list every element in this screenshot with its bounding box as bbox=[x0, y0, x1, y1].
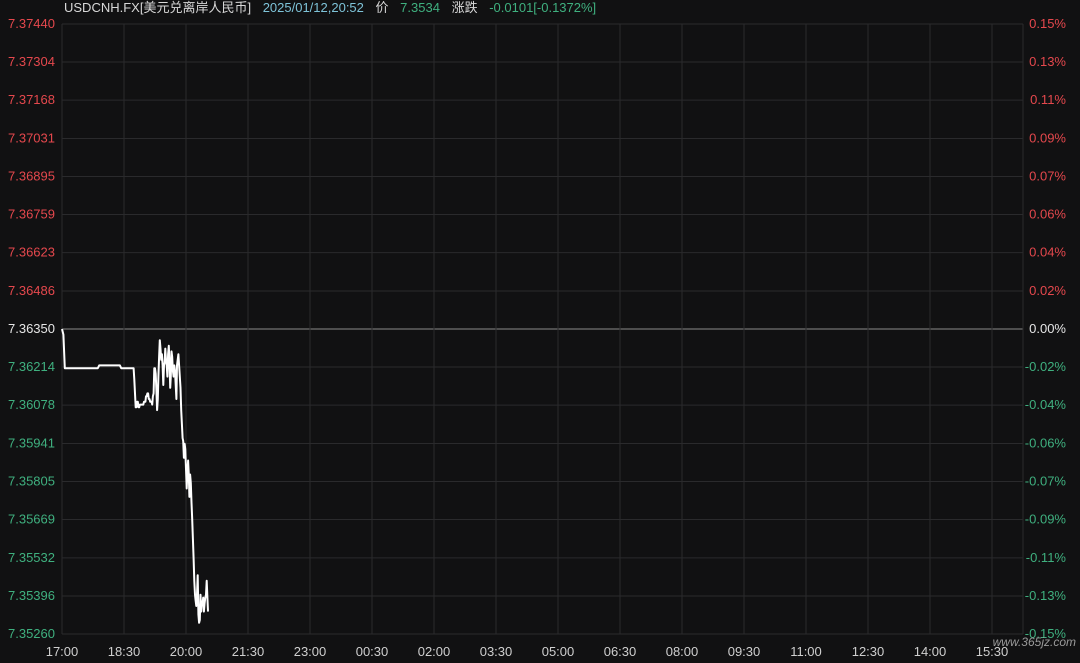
pct-tick-label: 0.07% bbox=[1029, 169, 1066, 184]
x-tick-label: 03:30 bbox=[480, 644, 513, 659]
x-tick-label: 14:00 bbox=[914, 644, 947, 659]
y-tick-label: 7.36759 bbox=[8, 207, 55, 222]
pct-tick-label: 0.11% bbox=[1030, 92, 1066, 107]
y-tick-label: 7.36350 bbox=[8, 321, 55, 336]
x-tick-label: 06:30 bbox=[604, 644, 637, 659]
watermark: www.365jz.com bbox=[992, 635, 1076, 649]
pct-tick-label: 0.15% bbox=[1029, 16, 1066, 31]
y-tick-label: 7.37304 bbox=[8, 54, 55, 69]
y-tick-label: 7.35669 bbox=[8, 512, 55, 527]
x-tick-label: 17:00 bbox=[46, 644, 79, 659]
pct-tick-label: 0.04% bbox=[1029, 245, 1066, 260]
x-tick-label: 18:30 bbox=[108, 644, 141, 659]
y-tick-label: 7.37440 bbox=[8, 16, 55, 31]
x-tick-label: 05:00 bbox=[542, 644, 575, 659]
y-tick-label: 7.35805 bbox=[8, 474, 55, 489]
x-tick-label: 11:00 bbox=[790, 644, 822, 659]
x-tick-label: 09:30 bbox=[728, 644, 761, 659]
pct-tick-label: -0.04% bbox=[1025, 397, 1067, 412]
y-tick-label: 7.35532 bbox=[8, 550, 55, 565]
y-tick-label: 7.37031 bbox=[8, 130, 55, 145]
pct-tick-label: -0.07% bbox=[1025, 474, 1067, 489]
pct-tick-label: 0.00% bbox=[1029, 321, 1066, 336]
x-tick-label: 00:30 bbox=[356, 644, 389, 659]
pct-tick-label: -0.11% bbox=[1026, 550, 1067, 565]
pct-tick-label: -0.13% bbox=[1025, 588, 1067, 603]
x-tick-label: 02:00 bbox=[418, 644, 451, 659]
pct-tick-label: 0.02% bbox=[1029, 283, 1066, 298]
x-tick-label: 21:30 bbox=[232, 644, 265, 659]
y-tick-label: 7.35941 bbox=[8, 435, 55, 450]
pct-tick-label: 0.13% bbox=[1029, 54, 1066, 69]
y-tick-label: 7.36486 bbox=[8, 283, 55, 298]
y-tick-label: 7.35396 bbox=[8, 588, 55, 603]
pct-tick-label: 0.06% bbox=[1029, 207, 1066, 222]
y-tick-label: 7.36623 bbox=[8, 245, 55, 260]
y-tick-label: 7.35260 bbox=[8, 626, 55, 641]
pct-tick-label: 0.09% bbox=[1029, 130, 1066, 145]
intraday-chart[interactable]: 7.37440 0.15% 7.37304 0.13% 7.37168 0.11% 7.37… bbox=[0, 0, 1080, 663]
pct-tick-label: -0.06% bbox=[1025, 435, 1067, 450]
y-tick-label: 7.36078 bbox=[8, 397, 55, 412]
y-tick-label: 7.37168 bbox=[8, 92, 55, 107]
y-tick-label: 7.36214 bbox=[8, 359, 55, 374]
pct-tick-label: -0.09% bbox=[1025, 512, 1067, 527]
x-tick-label: 20:00 bbox=[170, 644, 203, 659]
y-tick-label: 7.36895 bbox=[8, 169, 55, 184]
x-tick-label: 12:30 bbox=[852, 644, 885, 659]
x-tick-label: 23:00 bbox=[294, 644, 327, 659]
pct-tick-label: -0.02% bbox=[1025, 359, 1067, 374]
x-tick-label: 08:00 bbox=[666, 644, 699, 659]
